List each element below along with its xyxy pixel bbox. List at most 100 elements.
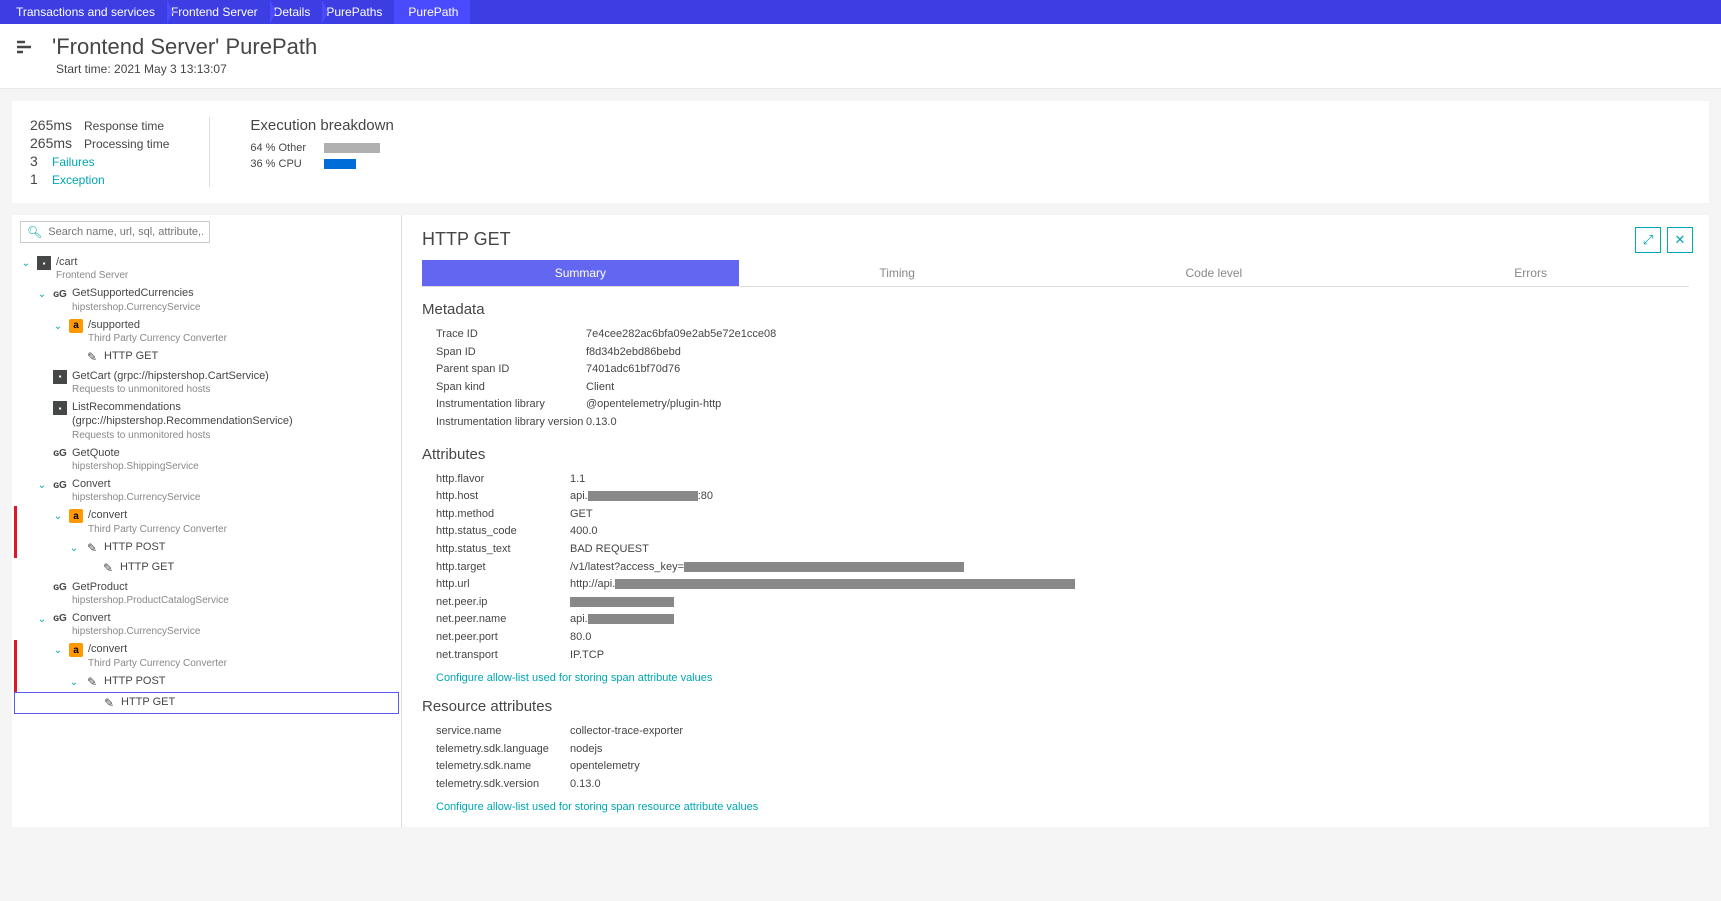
node-title: /convert [88, 642, 227, 656]
purepath-icon [16, 38, 40, 56]
node-title: HTTP GET [120, 560, 174, 574]
node-title: Convert [72, 477, 200, 491]
redacted-value [615, 579, 1075, 589]
tree-node[interactable]: ⌄✎HTTP POST [14, 538, 399, 558]
expand-button[interactable]: ⤢ [1635, 227, 1661, 253]
execution-breakdown: Execution breakdown 64 % Other 36 % CPU [250, 117, 393, 187]
info-value: f8d34b2ebd86bebd [586, 346, 681, 358]
exceptions-count: 1 [30, 171, 44, 187]
tab-summary[interactable]: Summary [422, 260, 739, 286]
tree-node[interactable]: ⌄✎HTTP GET [14, 558, 399, 578]
exec-cpu-bar [324, 159, 356, 169]
info-value-suffix: :80 [698, 490, 713, 502]
tree-node[interactable]: ⌄ɢGConverthipstershop.CurrencyService [14, 609, 399, 640]
info-key: Instrumentation library version [436, 414, 586, 432]
error-indicator [14, 640, 17, 671]
tree-node[interactable]: ⌄▪ListRecommendations (grpc://hipstersho… [14, 398, 399, 444]
chevron-down-icon[interactable]: ⌄ [36, 614, 48, 625]
tab-timing[interactable]: Timing [739, 260, 1056, 286]
tree-node[interactable]: ⌄✎HTTP POST [14, 672, 399, 692]
breadcrumb-item[interactable]: PurePaths [322, 0, 394, 24]
amazon-icon: a [69, 509, 83, 523]
info-value: api. [570, 490, 588, 502]
info-value: GET [570, 508, 593, 520]
resource-title: Resource attributes [422, 698, 1689, 715]
info-key: Instrumentation library [436, 396, 586, 414]
info-key: http.flavor [436, 471, 570, 489]
info-row: telemetry.sdk.nameopentelemetry [436, 758, 1689, 776]
node-subtitle: Requests to unmonitored hosts [72, 429, 395, 442]
error-indicator [14, 506, 17, 537]
attributes-title: Attributes [422, 446, 1689, 463]
info-key: http.url [436, 576, 570, 594]
tab-errors[interactable]: Errors [1372, 260, 1689, 286]
tree-node[interactable]: ⌄ɢGConverthipstershop.CurrencyService [14, 475, 399, 506]
node-title: GetProduct [72, 580, 229, 594]
info-row: http.status_textBAD REQUEST [436, 541, 1689, 559]
redacted-value [684, 562, 964, 572]
node-title: GetSupportedCurrencies [72, 286, 200, 300]
tree-node[interactable]: ⌄a/convertThird Party Currency Converter [14, 640, 399, 671]
chevron-down-icon[interactable]: ⌄ [68, 543, 80, 554]
info-value: Client [586, 381, 614, 393]
exceptions-link[interactable]: Exception [52, 173, 105, 187]
wand-icon: ✎ [104, 696, 114, 710]
page-title: 'Frontend Server' PurePath [52, 34, 317, 60]
node-title: HTTP POST [104, 674, 166, 688]
chevron-down-icon[interactable]: ⌄ [20, 258, 32, 269]
summary-metrics: 265msResponse time 265msProcessing time … [30, 117, 210, 187]
exec-other-pct: 64 % Other [250, 142, 310, 154]
search-input-wrap[interactable]: 🔍︎ [20, 221, 210, 243]
breadcrumb-item[interactable]: Frontend Server [167, 0, 270, 24]
response-time-value: 265ms [30, 117, 76, 133]
tree-node[interactable]: ⌄ɢGGetQuotehipstershop.ShippingService [14, 444, 399, 475]
info-key: telemetry.sdk.name [436, 758, 570, 776]
node-title: /supported [88, 318, 227, 332]
chevron-down-icon[interactable]: ⌄ [52, 321, 64, 332]
amazon-icon: a [69, 643, 83, 657]
failures-link[interactable]: Failures [52, 155, 95, 169]
tree-node[interactable]: ⌄✎HTTP GET [14, 347, 399, 367]
tree-node[interactable]: ⌄▪/cartFrontend Server [14, 253, 399, 284]
chevron-down-icon[interactable]: ⌄ [68, 677, 80, 688]
tree-node[interactable]: ⌄✎HTTP GET [14, 692, 399, 714]
detail-panel: ⤢ ✕ HTTP GET SummaryTimingCode levelErro… [402, 215, 1709, 827]
tree-node[interactable]: ⌄a/supportedThird Party Currency Convert… [14, 316, 399, 347]
close-button[interactable]: ✕ [1667, 227, 1693, 253]
chevron-down-icon[interactable]: ⌄ [52, 511, 64, 522]
info-value: IP.TCP [570, 649, 604, 661]
tree-node[interactable]: ⌄▪GetCart (grpc://hipstershop.CartServic… [14, 367, 399, 398]
tab-code-level[interactable]: Code level [1056, 260, 1373, 286]
info-value: 7401adc61bf70d76 [586, 363, 680, 375]
service-icon: ▪ [53, 370, 67, 384]
tree-panel: 🔍︎ ⌄▪/cartFrontend Server⌄ɢGGetSupported… [12, 215, 402, 827]
info-row: http.hostapi.:80 [436, 488, 1689, 506]
node-subtitle: hipstershop.CurrencyService [72, 301, 200, 314]
node-title: HTTP POST [104, 540, 166, 554]
info-row: http.flavor1.1 [436, 471, 1689, 489]
breadcrumb-item[interactable]: Transactions and services [12, 0, 167, 24]
breadcrumb-item[interactable]: Details [270, 0, 323, 24]
tree-body: ⌄▪/cartFrontend Server⌄ɢGGetSupportedCur… [12, 249, 401, 827]
redacted-value [588, 614, 674, 624]
tree-node[interactable]: ⌄ɢGGetSupportedCurrencieshipstershop.Cur… [14, 284, 399, 315]
node-title: /cart [56, 255, 128, 269]
service-icon: ▪ [53, 401, 67, 415]
breadcrumb-item[interactable]: PurePath [394, 0, 470, 24]
chevron-down-icon[interactable]: ⌄ [36, 289, 48, 300]
chevron-down-icon[interactable]: ⌄ [36, 480, 48, 491]
info-key: Trace ID [436, 326, 586, 344]
grpc-icon: ɢG [53, 613, 67, 624]
attributes-config-link[interactable]: Configure allow-list used for storing sp… [436, 672, 712, 684]
info-row: Trace ID7e4cee282ac6bfa09e2ab5e72e1cce08 [436, 326, 1689, 344]
info-row: service.namecollector-trace-exporter [436, 723, 1689, 741]
info-row: Instrumentation library version0.13.0 [436, 414, 1689, 432]
resource-config-link[interactable]: Configure allow-list used for storing sp… [436, 801, 758, 813]
tree-node[interactable]: ⌄a/convertThird Party Currency Converter [14, 506, 399, 537]
info-key: net.peer.name [436, 611, 570, 629]
processing-time-value: 265ms [30, 135, 76, 151]
search-input[interactable] [48, 226, 203, 238]
tree-node[interactable]: ⌄ɢGGetProducthipstershop.ProductCatalogS… [14, 578, 399, 609]
chevron-down-icon[interactable]: ⌄ [52, 645, 64, 656]
info-row: http.urlhttp://api. [436, 576, 1689, 594]
